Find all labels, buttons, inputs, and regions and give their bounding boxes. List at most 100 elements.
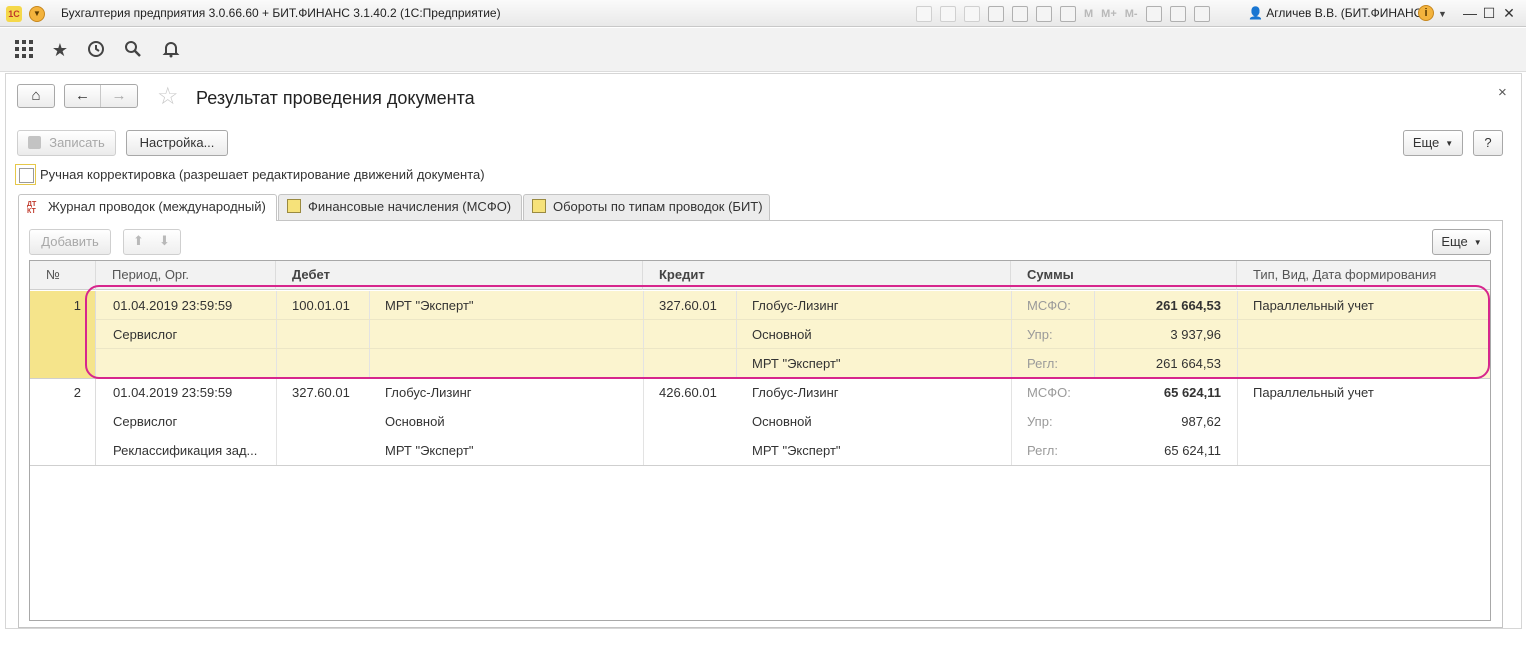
organization-note: Реклассификация зад... — [113, 443, 258, 458]
window-title: Бухгалтерия предприятия 3.0.66.60 + БИТ.… — [61, 6, 501, 20]
dt-kt-icon: ДТ КТ — [27, 201, 37, 215]
column-header-credit[interactable]: Кредит — [643, 261, 1011, 290]
tab-financial-accruals[interactable]: Финансовые начисления (МСФО) — [278, 194, 522, 220]
manual-edit-checkbox[interactable] — [15, 164, 36, 185]
sum-label: Упр: — [1027, 414, 1053, 429]
credit-account: 426.60.01 — [659, 385, 717, 400]
organization: Сервислог — [113, 327, 178, 342]
floppy-disk-icon — [28, 136, 42, 149]
home-icon: ⌂ — [31, 87, 41, 104]
column-header-num[interactable]: № — [30, 261, 96, 290]
debit-account: 327.60.01 — [292, 385, 350, 400]
document-link-icon[interactable] — [1012, 6, 1028, 22]
sum-label: Упр: — [1027, 327, 1053, 342]
back-arrow-icon[interactable]: ← — [65, 85, 101, 107]
help-button[interactable]: ? — [1473, 130, 1503, 156]
calculator-icon[interactable] — [1036, 6, 1052, 22]
info-button[interactable]: i — [1418, 5, 1434, 21]
document-result-form: ⌂ ← → ☆ Результат проведения документа × … — [5, 73, 1522, 629]
sum-label: Регл: — [1027, 443, 1058, 458]
minimize-button[interactable]: — — [1462, 4, 1478, 22]
sum-value-mgmt: 3 937,96 — [1170, 327, 1221, 342]
favorite-star-icon[interactable]: ☆ — [157, 85, 179, 109]
home-button[interactable]: ⌂ — [17, 84, 55, 108]
apps-grid-icon[interactable] — [14, 40, 34, 60]
favorites-star-icon[interactable]: ★ — [50, 40, 70, 60]
memory-minus-button[interactable]: M- — [1125, 8, 1138, 20]
upload-icon[interactable] — [988, 6, 1004, 22]
credit-subconto: Основной — [752, 327, 812, 342]
credit-subconto: МРТ "Эксперт" — [752, 356, 841, 371]
settings-button[interactable]: Настройка... — [126, 130, 228, 156]
history-icon[interactable] — [86, 40, 106, 60]
manual-edit-label[interactable]: Ручная корректировка (разрешает редактир… — [40, 167, 485, 182]
entry-type: Параллельный учет — [1253, 385, 1374, 400]
column-header-period[interactable]: Период, Орг. — [96, 261, 276, 290]
close-window-button[interactable]: ✕ — [1501, 4, 1517, 22]
notifications-bell-icon[interactable] — [161, 40, 181, 60]
save-button[interactable]: Записать — [17, 130, 116, 156]
organization: Сервислог — [113, 414, 178, 429]
memory-plus-button[interactable]: M+ — [1101, 8, 1117, 20]
row-number: 2 — [73, 385, 81, 400]
credit-subconto: МРТ "Эксперт" — [752, 443, 841, 458]
info-dropdown-icon[interactable]: ▼ — [1438, 9, 1447, 19]
zoom-icon[interactable] — [1145, 6, 1162, 22]
window-titlebar: 1С ▼ Бухгалтерия предприятия 3.0.66.60 +… — [0, 0, 1526, 27]
column-header-type[interactable]: Тип, Вид, Дата формирования — [1237, 261, 1490, 290]
navigation-buttons: ← → — [64, 84, 138, 108]
sum-value-ifrs: 261 664,53 — [1155, 298, 1221, 313]
main-menu-button[interactable]: ▼ — [29, 6, 45, 22]
tab-turnover-by-types[interactable]: Обороты по типам проводок (БИТ) — [523, 194, 770, 220]
table-row[interactable]: 1 01.04.2019 23:59:59 Сервислог 100.01.0… — [30, 291, 1490, 378]
user-name[interactable]: 👤 Агличев В.В. (БИТ.ФИНАНС) — [1248, 6, 1426, 20]
1c-logo-icon: 1С — [6, 6, 22, 22]
forward-arrow-icon[interactable]: → — [101, 85, 137, 107]
add-button[interactable]: Добавить — [29, 229, 111, 255]
maximize-button[interactable]: ☐ — [1481, 4, 1497, 22]
column-header-debit[interactable]: Дебет — [276, 261, 643, 290]
sum-value-mgmt: 987,62 — [1181, 414, 1221, 429]
window-toolbar: M M+ M- — [916, 5, 1218, 23]
table-row[interactable]: 2 01.04.2019 23:59:59 Сервислог Рекласси… — [30, 379, 1490, 465]
tab-journal-international[interactable]: ДТ КТ Журнал проводок (международный) — [18, 194, 277, 221]
move-buttons: ⬆ ⬇ — [123, 229, 181, 255]
move-up-icon[interactable]: ⬆ — [133, 233, 144, 249]
sum-label: МСФО: — [1027, 298, 1071, 313]
document-icon — [287, 199, 301, 213]
sum-label: МСФО: — [1027, 385, 1071, 400]
entries-table[interactable]: № Период, Орг. Дебет Кредит Суммы Тип, В… — [29, 260, 1491, 621]
document-icon — [532, 199, 546, 213]
row-number: 1 — [73, 298, 81, 313]
panels-icon[interactable] — [1169, 6, 1186, 22]
entry-type: Параллельный учет — [1253, 298, 1374, 313]
save-icon[interactable] — [916, 6, 932, 22]
credit-subconto: Глобус-Лизинг — [752, 298, 839, 313]
print-icon[interactable] — [940, 6, 956, 22]
column-header-sums[interactable]: Суммы — [1011, 261, 1237, 290]
credit-subconto: Глобус-Лизинг — [752, 385, 839, 400]
calendar-icon[interactable] — [1060, 6, 1076, 22]
search-icon[interactable] — [123, 40, 143, 60]
more-button[interactable]: Еще ▼ — [1403, 130, 1463, 156]
tools-icon[interactable] — [1193, 6, 1210, 22]
preview-icon[interactable] — [964, 6, 980, 22]
tab-panel: Добавить ⬆ ⬇ Еще ▼ № Период, Орг. Дебет К… — [18, 220, 1503, 628]
sum-label: Регл: — [1027, 356, 1058, 371]
table-header: № Период, Орг. Дебет Кредит Суммы Тип, В… — [30, 261, 1490, 290]
move-down-icon[interactable]: ⬇ — [159, 233, 170, 249]
table-more-button[interactable]: Еще ▼ — [1432, 229, 1491, 255]
credit-account: 327.60.01 — [659, 298, 717, 313]
period-date: 01.04.2019 23:59:59 — [113, 298, 233, 313]
section-toolbar: ★ — [0, 28, 1526, 72]
debit-subconto: Основной — [385, 414, 445, 429]
close-form-button[interactable]: × — [1498, 84, 1507, 101]
page-title: Результат проведения документа — [196, 88, 475, 108]
memory-m-button[interactable]: M — [1084, 8, 1093, 20]
sum-value-ifrs: 65 624,11 — [1163, 385, 1221, 400]
credit-subconto: Основной — [752, 414, 812, 429]
sum-value-reg: 65 624,11 — [1164, 443, 1221, 458]
period-date: 01.04.2019 23:59:59 — [113, 385, 233, 400]
user-icon: 👤 — [1248, 6, 1263, 20]
debit-subconto: МРТ "Эксперт" — [385, 298, 474, 313]
